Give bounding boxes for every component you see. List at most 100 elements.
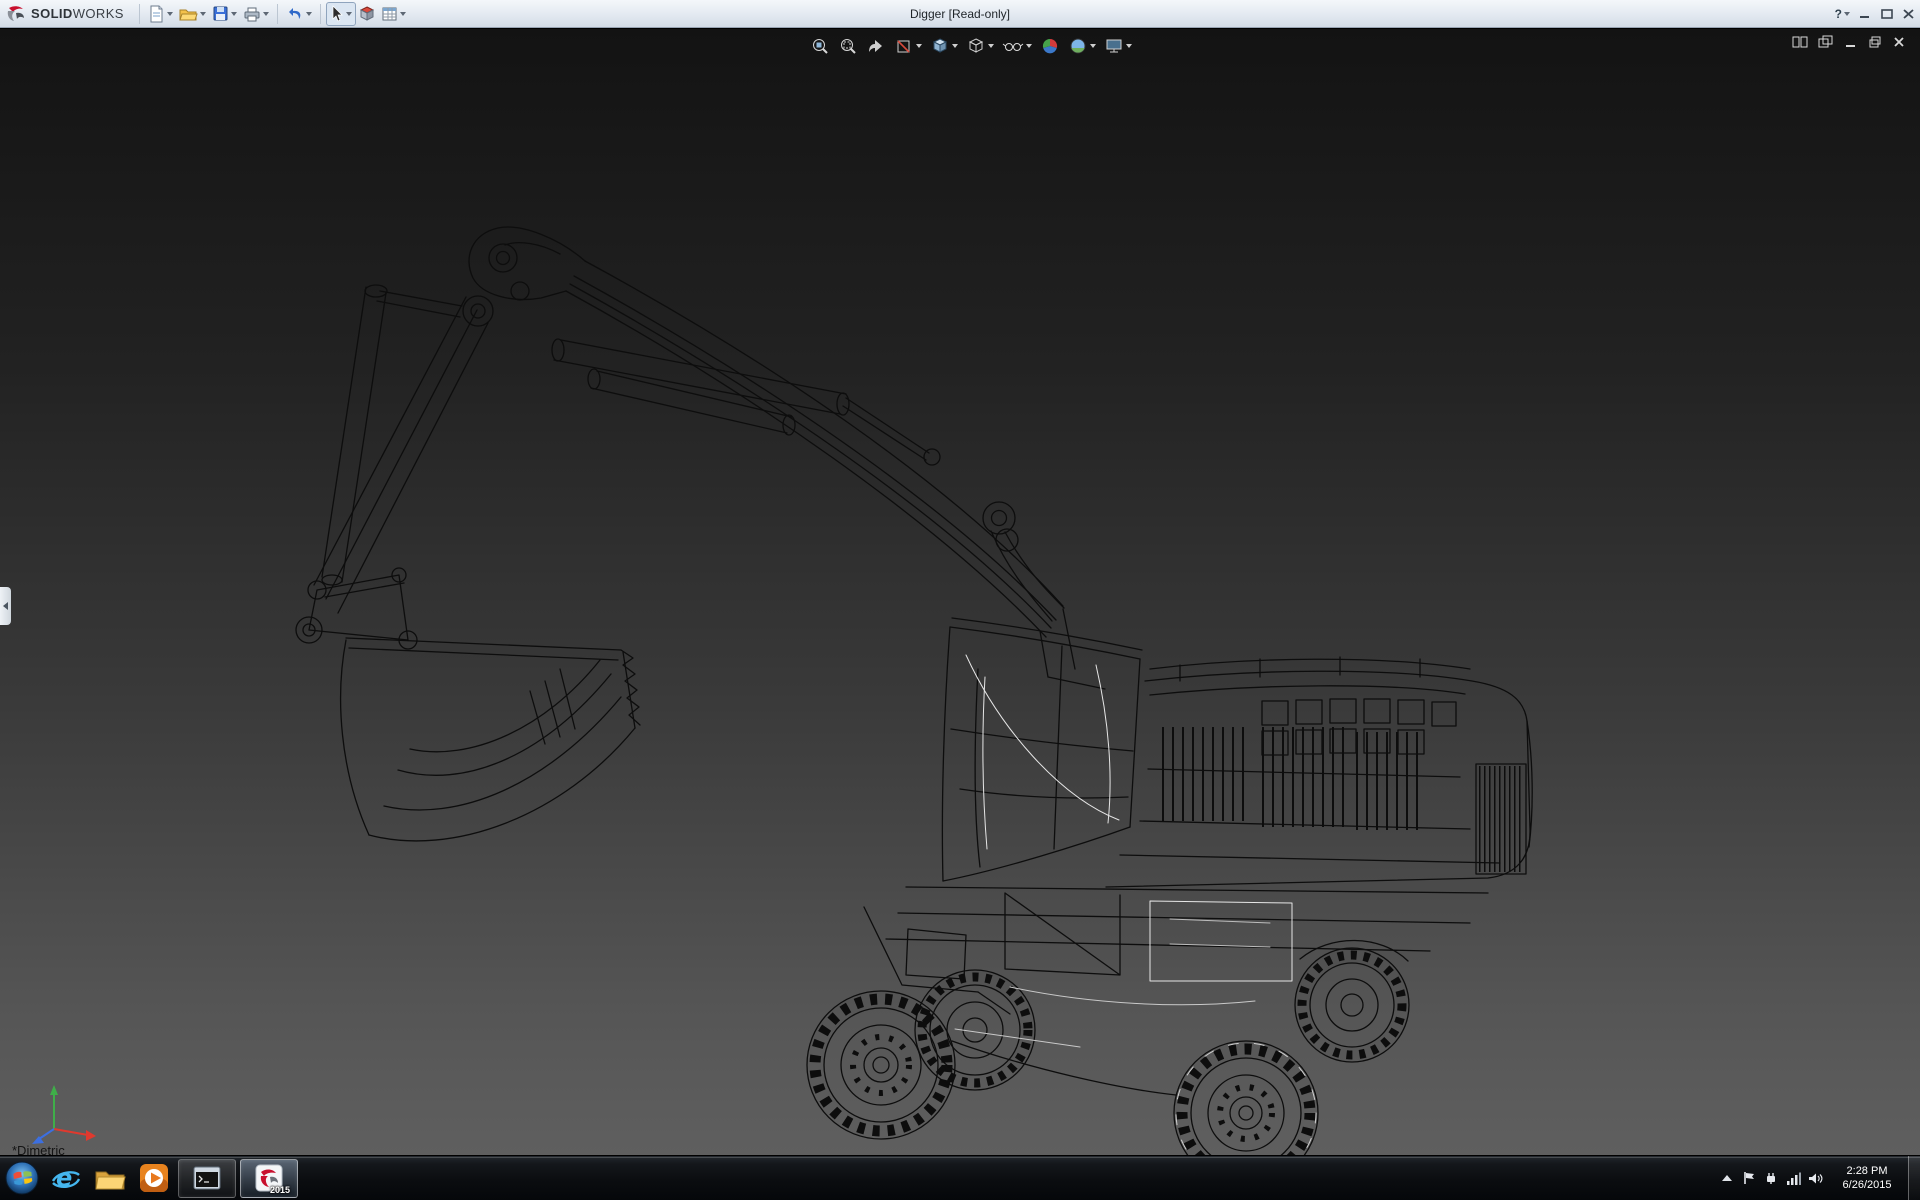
system-tray: 2:28 PM 6/26/2015: [1716, 1156, 1920, 1200]
restore-document-button[interactable]: [1868, 35, 1882, 49]
digger-wireframe-model[interactable]: [0, 29, 1920, 1155]
wheel-rear-far: [1295, 948, 1409, 1062]
zoom-to-area-icon: [838, 36, 858, 56]
collapsed-panel-tab[interactable]: [0, 587, 11, 625]
document-window-controls: [1792, 35, 1906, 49]
windows-start-icon: [4, 1160, 40, 1196]
taskbar-item-command-prompt[interactable]: [178, 1159, 236, 1198]
save-icon: [212, 5, 229, 23]
command-prompt-icon: [193, 1166, 221, 1190]
taskbar: e: [0, 1155, 1920, 1200]
dropdown-caret: [988, 44, 994, 48]
folder-icon: [94, 1165, 126, 1191]
design-table-icon: [381, 6, 398, 22]
apply-scene-icon: [1068, 36, 1088, 56]
brand-solid: SOLID: [31, 6, 73, 21]
dropdown-caret: [167, 12, 173, 16]
window-controls: ?: [1835, 0, 1916, 28]
cascade-panes-button[interactable]: [1818, 35, 1834, 49]
collapse-arrow-icon: [3, 602, 8, 610]
view-settings-button[interactable]: [1102, 34, 1134, 58]
previous-view-icon: [866, 36, 886, 56]
undo-button[interactable]: [283, 2, 315, 26]
reference-geometry-button[interactable]: [356, 2, 378, 26]
internet-explorer-icon: e: [50, 1162, 82, 1194]
open-icon: [179, 5, 198, 23]
save-button[interactable]: [209, 2, 240, 26]
dropdown-caret: [263, 12, 269, 16]
chevron-up-icon: [1721, 1173, 1733, 1183]
taskbar-item-media-player[interactable]: [132, 1156, 176, 1200]
dropdown-caret: [1126, 44, 1132, 48]
select-button[interactable]: [326, 2, 356, 26]
display-style-icon: [966, 36, 986, 56]
reference-geometry-icon: [359, 6, 375, 22]
start-button[interactable]: [0, 1156, 44, 1200]
new-document-button[interactable]: [145, 2, 176, 26]
print-button[interactable]: [240, 2, 272, 26]
view-orientation-icon: [930, 36, 950, 56]
edit-appearance-button[interactable]: [1038, 34, 1062, 58]
screen: SOLIDWORKS: [0, 0, 1920, 1200]
open-button[interactable]: [176, 2, 209, 26]
dropdown-caret: [231, 12, 237, 16]
zoom-to-area-button[interactable]: [836, 34, 860, 58]
dropdown-caret: [952, 44, 958, 48]
section-view-icon: [894, 36, 914, 56]
dropdown-caret: [916, 44, 922, 48]
section-view-button[interactable]: [892, 34, 924, 58]
speaker-icon: [1808, 1172, 1823, 1185]
toolbar-separator: [277, 4, 278, 24]
show-desktop-button[interactable]: [1908, 1156, 1920, 1200]
taskbar-clock[interactable]: 2:28 PM 6/26/2015: [1826, 1164, 1908, 1192]
view-orientation-button[interactable]: [928, 34, 960, 58]
dropdown-caret: [1090, 44, 1096, 48]
zoom-to-fit-icon: [810, 36, 830, 56]
hidden-icons-chevron[interactable]: [1716, 1156, 1738, 1200]
graphics-viewport[interactable]: *Dimetric: [0, 29, 1920, 1155]
solidworks-logo: SOLIDWORKS: [0, 5, 134, 23]
dropdown-caret: [1844, 12, 1850, 16]
tray-network[interactable]: [1782, 1156, 1804, 1200]
previous-view-button[interactable]: [864, 34, 888, 58]
help-button[interactable]: ?: [1835, 7, 1850, 21]
solidworks-logo-icon: [6, 5, 26, 23]
close-window-button[interactable]: [1902, 8, 1916, 20]
power-plug-icon: [1764, 1171, 1778, 1185]
tile-panes-button[interactable]: [1792, 35, 1808, 49]
clock-date: 6/26/2015: [1830, 1178, 1904, 1192]
minimize-window-button[interactable]: [1858, 8, 1872, 20]
dropdown-caret: [346, 12, 352, 16]
close-document-button[interactable]: [1892, 35, 1906, 49]
tray-action-center[interactable]: [1738, 1156, 1760, 1200]
undo-icon: [286, 5, 304, 23]
toolbar-separator: [139, 4, 140, 24]
hide-show-items-button[interactable]: [1000, 34, 1034, 58]
edit-appearance-icon: [1040, 36, 1060, 56]
reference-triad: [24, 1077, 114, 1147]
view-settings-icon: [1104, 36, 1124, 56]
toolbar-separator: [320, 4, 321, 24]
taskbar-item-solidworks-2015[interactable]: 2015: [240, 1159, 298, 1198]
help-glyph: ?: [1835, 7, 1842, 21]
tray-volume[interactable]: [1804, 1156, 1826, 1200]
network-bars-icon: [1786, 1172, 1801, 1185]
minimize-document-button[interactable]: [1844, 35, 1858, 49]
apply-scene-button[interactable]: [1066, 34, 1098, 58]
brand-text: SOLIDWORKS: [31, 6, 124, 21]
brand-works: WORKS: [73, 6, 124, 21]
solidworks-version-badge: 2015: [270, 1185, 290, 1195]
design-table-button[interactable]: [378, 2, 409, 26]
wheel-rear-near: [1174, 1041, 1318, 1155]
taskbar-item-windows-explorer[interactable]: [88, 1156, 132, 1200]
print-icon: [243, 5, 261, 23]
tray-power[interactable]: [1760, 1156, 1782, 1200]
zoom-to-fit-button[interactable]: [808, 34, 832, 58]
dropdown-caret: [200, 12, 206, 16]
clock-time: 2:28 PM: [1830, 1164, 1904, 1178]
hide-show-items-icon: [1002, 36, 1024, 56]
dropdown-caret: [400, 12, 406, 16]
display-style-button[interactable]: [964, 34, 996, 58]
taskbar-item-internet-explorer[interactable]: e: [44, 1156, 88, 1200]
maximize-window-button[interactable]: [1880, 8, 1894, 20]
